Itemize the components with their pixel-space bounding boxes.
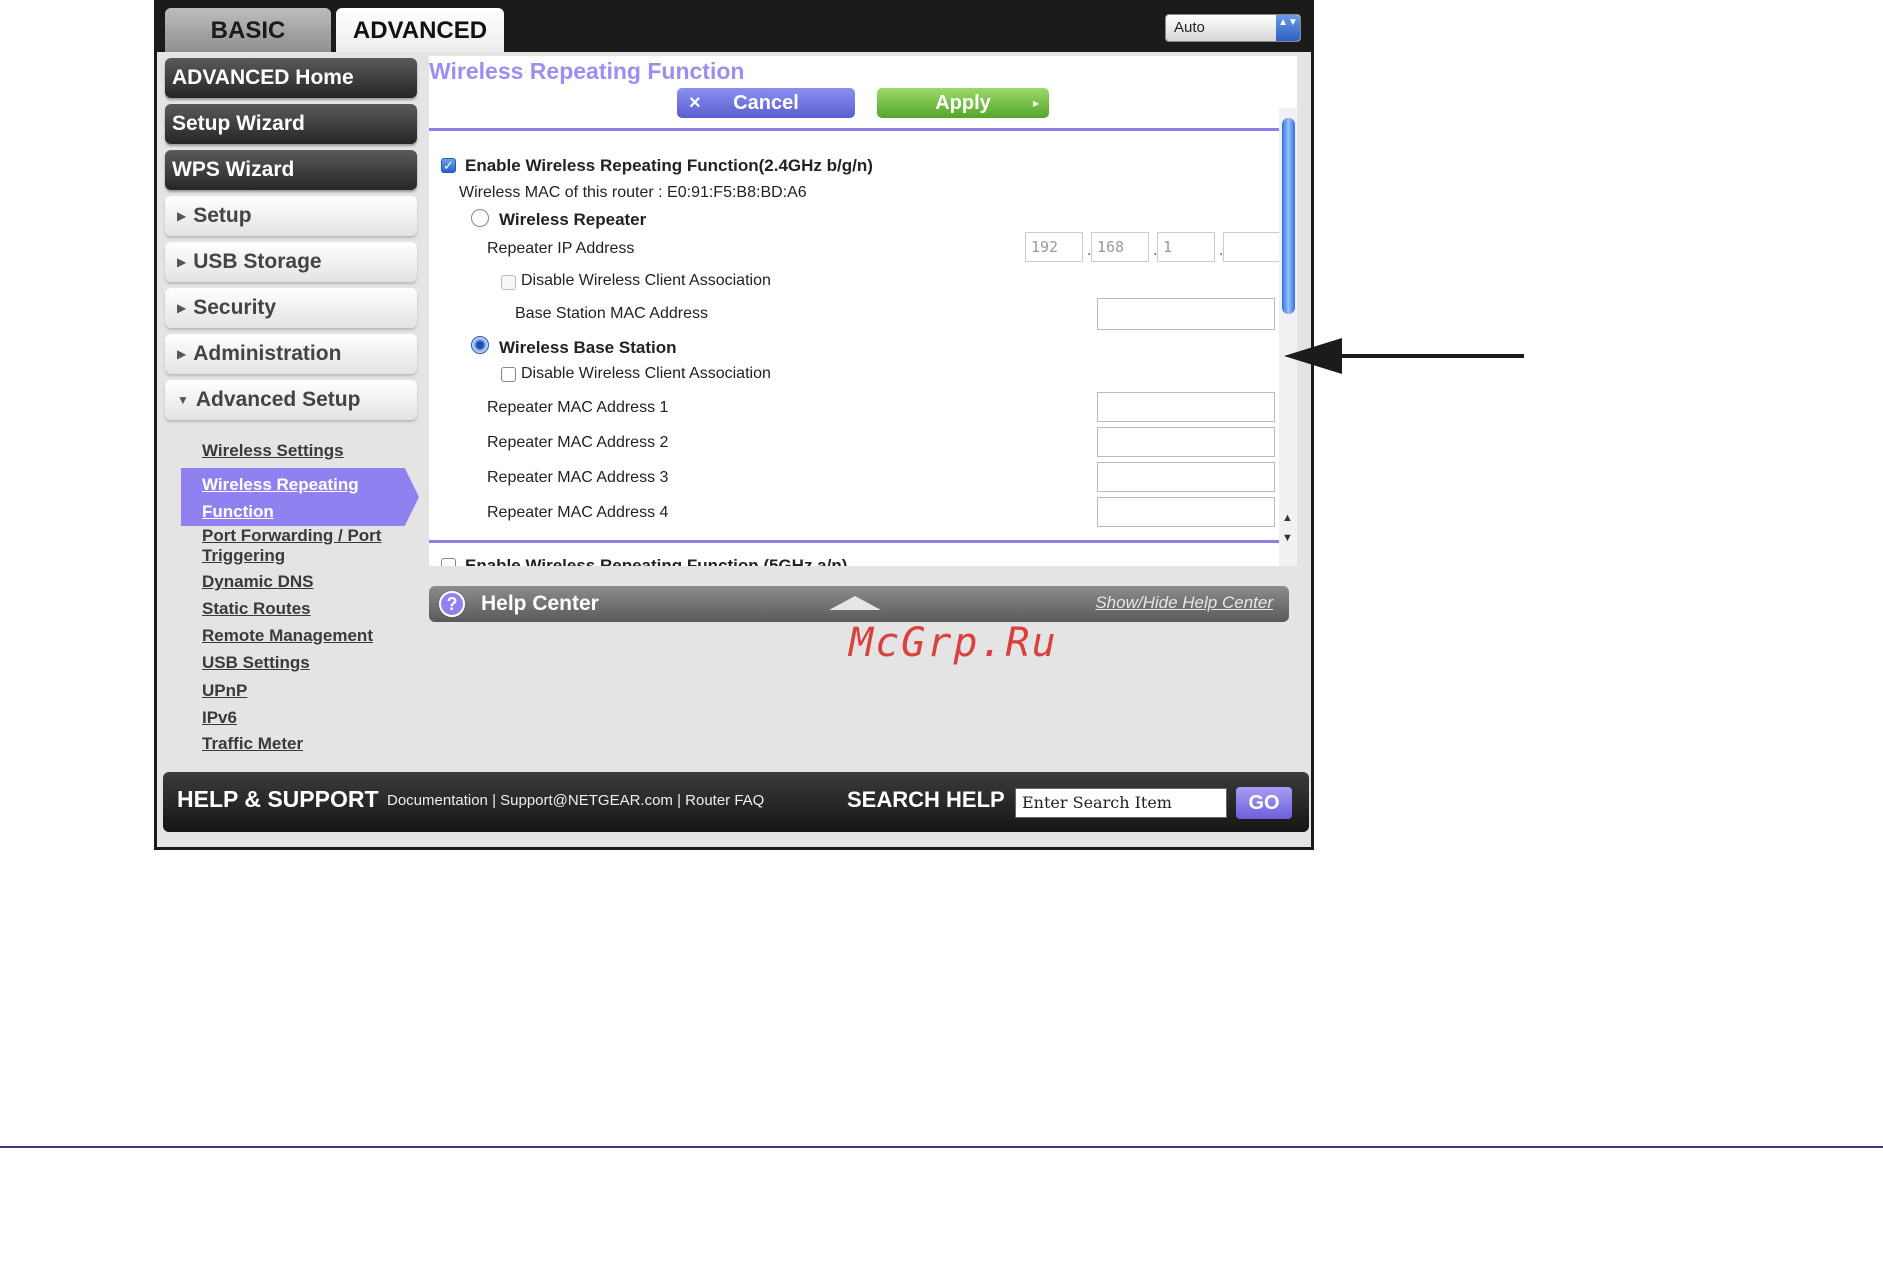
disable-client-assoc-repeater-checkbox[interactable]	[501, 275, 516, 290]
cancel-button[interactable]: × Cancel	[677, 88, 855, 118]
base-station-mac-input[interactable]	[1097, 298, 1275, 330]
sidebar-item-usb-settings[interactable]: USB Settings	[202, 653, 310, 673]
vertical-scrollbar[interactable]: ▲ ▼	[1279, 108, 1297, 566]
sidebar-item-port-forwarding[interactable]: Port Forwarding / Port Triggering	[202, 526, 402, 566]
repeater-ip-octet-3[interactable]: 1	[1157, 232, 1215, 262]
router-mac-text: Wireless MAC of this router : E0:91:F5:B…	[459, 184, 807, 201]
sidebar-item-remote-management[interactable]: Remote Management	[202, 626, 373, 646]
repeater-ip-octet-2[interactable]: 168	[1091, 232, 1149, 262]
sidebar-setup-wizard[interactable]: Setup Wizard	[165, 104, 417, 144]
disable-client-assoc-base-checkbox[interactable]	[501, 367, 516, 382]
repeater-mac-1-label: Repeater MAC Address 1	[487, 399, 669, 416]
repeater-mac-2-input[interactable]	[1097, 427, 1275, 457]
sidebar-section-label: Setup	[193, 204, 252, 227]
go-button[interactable]: GO	[1236, 787, 1292, 819]
divider	[429, 128, 1279, 131]
select-arrows-icon: ▲▼	[1276, 15, 1300, 41]
language-select[interactable]: Auto ▲▼	[1165, 14, 1301, 42]
link-separator: |	[672, 792, 686, 809]
scroll-down-icon[interactable]: ▼	[1282, 532, 1293, 544]
repeater-mac-4-label: Repeater MAC Address 4	[487, 504, 669, 521]
cancel-label: Cancel	[733, 92, 799, 114]
repeater-ip-octet-1[interactable]: 192	[1025, 232, 1083, 262]
repeater-mac-3-label: Repeater MAC Address 3	[487, 469, 669, 486]
sidebar-item-traffic-meter[interactable]: Traffic Meter	[202, 734, 303, 754]
search-help-input[interactable]: Enter Search Item	[1015, 788, 1227, 818]
caret-down-icon: ▼	[177, 393, 189, 407]
help-support-title: HELP & SUPPORT	[177, 786, 379, 812]
sidebar-advanced-home[interactable]: ADVANCED Home	[165, 58, 417, 98]
help-center-label: Help Center	[481, 592, 599, 615]
sidebar-item-wireless-repeating[interactable]: Wireless Repeating Function	[202, 471, 382, 525]
wireless-repeater-label: Wireless Repeater	[499, 210, 647, 229]
apply-label: Apply	[935, 92, 991, 114]
repeater-mac-4-input[interactable]	[1097, 497, 1275, 527]
sidebar-item-ipv6[interactable]: IPv6	[202, 708, 237, 728]
expand-up-icon[interactable]	[829, 596, 881, 610]
annotation-arrow-line	[1338, 354, 1524, 358]
repeater-mac-1-input[interactable]	[1097, 392, 1275, 422]
base-station-mac-label: Base Station MAC Address	[515, 305, 708, 322]
sidebar-section-advanced-setup[interactable]: ▼ Advanced Setup	[165, 380, 417, 420]
sidebar-section-label: Security	[193, 296, 277, 319]
sidebar-section-label: Advanced Setup	[195, 388, 361, 411]
checkmark-icon: ✓	[443, 158, 454, 173]
close-icon: ×	[689, 92, 701, 114]
enable-repeating-24ghz-checkbox[interactable]: ✓	[441, 158, 456, 173]
sidebar-section-label: USB Storage	[193, 250, 322, 273]
search-help-label: SEARCH HELP	[847, 787, 1005, 812]
sidebar-item-static-routes[interactable]: Static Routes	[202, 599, 311, 619]
documentation-link[interactable]: Documentation	[387, 792, 488, 809]
footer-links: Documentation | Support@NETGEAR.com | Ro…	[387, 792, 764, 809]
sidebar-item-wireless-settings[interactable]: Wireless Settings	[202, 441, 344, 461]
link-separator: |	[487, 792, 501, 809]
repeater-ip-label: Repeater IP Address	[487, 240, 635, 257]
router-admin-window: BASIC ADVANCED Auto ▲▼ ADVANCED Home Set…	[154, 0, 1314, 850]
wireless-base-station-radio[interactable]	[471, 336, 489, 354]
help-center-bar: ? Help Center Show/Hide Help Center	[429, 586, 1289, 622]
repeater-ip-octet-4[interactable]	[1223, 232, 1281, 262]
enable-repeating-5ghz-label: Enable Wireless Repeating Function (5GHz…	[465, 556, 848, 566]
repeater-mac-2-label: Repeater MAC Address 2	[487, 434, 669, 451]
sidebar-section-usb-storage[interactable]: ▶ USB Storage	[165, 242, 417, 282]
caret-right-icon: ▶	[177, 301, 187, 315]
wireless-repeater-radio[interactable]	[471, 209, 489, 227]
disable-client-assoc-repeater-label: Disable Wireless Client Association	[521, 272, 771, 289]
help-support-footer: HELP & SUPPORT Documentation | Support@N…	[163, 772, 1309, 832]
scroll-up-icon[interactable]: ▲	[1282, 512, 1293, 524]
help-question-icon: ?	[439, 591, 465, 617]
vertical-scroll-thumb[interactable]	[1282, 118, 1295, 314]
sidebar-section-label: Administration	[193, 342, 342, 365]
divider	[429, 540, 1279, 543]
play-arrow-icon: ▸	[1032, 96, 1039, 110]
sidebar-section-administration[interactable]: ▶ Administration	[165, 334, 417, 374]
tab-basic[interactable]: BASIC	[165, 8, 331, 52]
sidebar-section-security[interactable]: ▶ Security	[165, 288, 417, 328]
disable-client-assoc-base-label: Disable Wireless Client Association	[521, 365, 771, 382]
sidebar-item-upnp[interactable]: UPnP	[202, 681, 247, 701]
top-tab-bar: BASIC ADVANCED Auto ▲▼	[157, 0, 1311, 52]
show-hide-help-link[interactable]: Show/Hide Help Center	[1095, 593, 1273, 613]
apply-button[interactable]: Apply ▸	[877, 88, 1049, 118]
sidebar-item-dynamic-dns[interactable]: Dynamic DNS	[202, 572, 313, 592]
caret-right-icon: ▶	[177, 347, 187, 361]
wireless-base-station-label: Wireless Base Station	[499, 338, 677, 357]
page-divider	[0, 1146, 1883, 1148]
caret-right-icon: ▶	[177, 209, 187, 223]
enable-repeating-5ghz-checkbox[interactable]	[441, 558, 456, 566]
repeater-mac-3-input[interactable]	[1097, 462, 1275, 492]
annotation-arrow-head	[1284, 338, 1342, 374]
page-title: Wireless Repeating Function	[429, 58, 745, 84]
watermark: McGrp.Ru	[849, 620, 1058, 666]
router-faq-link[interactable]: Router FAQ	[685, 792, 764, 809]
caret-right-icon: ▶	[177, 255, 187, 269]
support-email-link[interactable]: Support@NETGEAR.com	[500, 792, 673, 809]
language-select-value: Auto	[1174, 19, 1205, 36]
sidebar-section-setup[interactable]: ▶ Setup	[165, 196, 417, 236]
main-panel: Wireless Repeating Function × Cancel App…	[429, 56, 1297, 566]
enable-repeating-24ghz-label: Enable Wireless Repeating Function(2.4GH…	[465, 156, 873, 175]
tab-advanced[interactable]: ADVANCED	[336, 8, 504, 52]
sidebar-wps-wizard[interactable]: WPS Wizard	[165, 150, 417, 190]
